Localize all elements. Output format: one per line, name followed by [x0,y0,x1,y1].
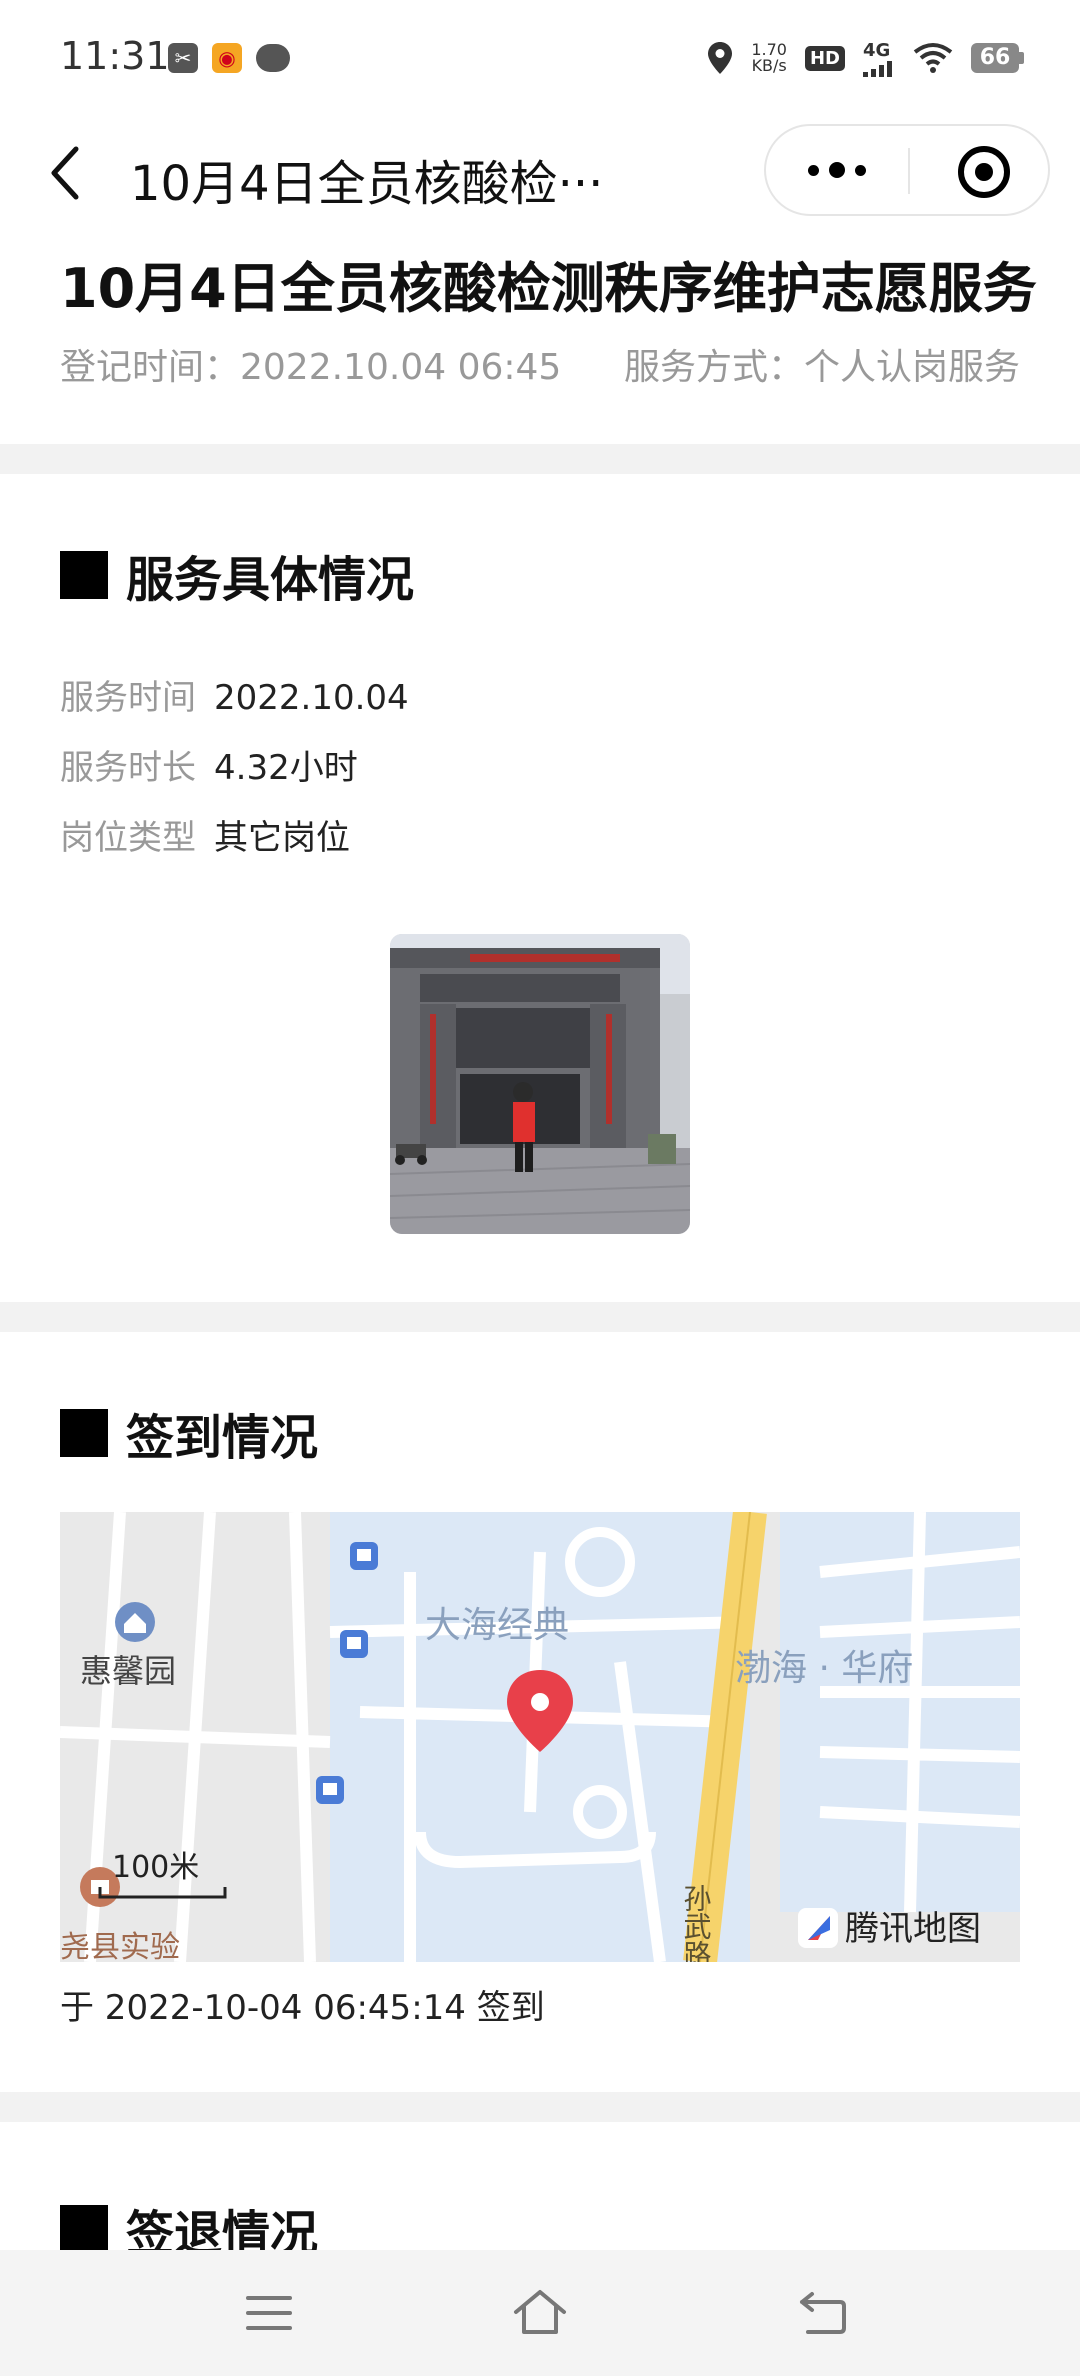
nav-title: 10月4日全员核酸检··· [130,156,604,212]
bus-stop-icon [316,1776,344,1804]
register-time: 登记时间：2022.10.04 06:45 [60,347,562,388]
more-menu-button[interactable] [766,126,908,214]
signal-type: 4G [863,39,891,61]
service-photo[interactable] [390,934,690,1234]
weibo-icon: ◉ [212,43,242,73]
status-time: 11:31 [60,34,170,78]
map-label-dahai: 大海经典 [425,1605,569,1646]
info-value: 2022.10.04 [214,678,409,718]
capsule-divider [908,148,910,194]
map-canvas: 大海经典 渤海 · 华府 惠馨园 100米 尧县实验 孙武路 腾讯地图 [60,1512,1020,1962]
close-miniprogram-button[interactable] [958,146,1010,198]
map-label-school: 尧县实验 [60,1930,180,1962]
map-label-huixin: 惠馨园 [80,1652,176,1690]
cell-signal-icon: 4G [863,40,895,77]
bus-stop-icon [340,1630,368,1658]
section-marker-icon [60,1409,108,1457]
info-row-post-type: 岗位类型 其它岗位 [60,810,350,859]
nav-bar: 10月4日全员核酸检··· [0,118,1080,228]
network-speed: 1.70 KB/s [751,42,787,74]
map-scale-label: 100米 [112,1850,199,1885]
info-label: 服务时间 [60,678,196,718]
more-dot-icon [829,162,845,178]
more-dot-icon [808,164,819,176]
network-speed-unit: KB/s [751,56,787,75]
miniprogram-capsule [764,124,1050,216]
info-label: 岗位类型 [60,818,196,858]
location-icon [708,42,733,74]
signin-title: 签到情况 [126,1410,319,1466]
info-value: 其它岗位 [214,818,350,858]
home-poi-icon [115,1602,155,1642]
page-title: 10月4日全员核酸检测秩序维护志愿服务 [60,257,1037,320]
back-arrow-icon[interactable] [42,143,92,203]
home-icon[interactable] [512,2288,568,2336]
info-label: 服务时长 [60,748,196,788]
wifi-icon [913,43,953,73]
map-label-bohai: 渤海 · 华府 [735,1648,913,1689]
map-provider-label: 腾讯地图 [845,1909,981,1949]
section-marker-icon [60,2205,108,2253]
menu-icon[interactable] [246,2294,292,2332]
scissors-app-icon: ✂ [168,43,198,73]
signin-map[interactable]: 大海经典 渤海 · 华府 惠馨园 100米 尧县实验 孙武路 腾讯地图 [60,1512,1020,1962]
section-divider [0,2092,1080,2122]
map-label-road: 孙武路 [680,1884,713,1962]
chat-bubble-icon [256,44,290,72]
section-divider [0,1302,1080,1332]
info-value: 4.32小时 [214,748,358,788]
section-marker-icon [60,551,108,599]
hd-badge: HD [804,45,845,71]
back-icon[interactable] [796,2290,848,2336]
status-bar: 11:31 ✂ ◉ 1.70 KB/s HD 4G 66 [0,0,1080,118]
info-row-service-duration: 服务时长 4.32小时 [60,740,358,789]
service-detail-header: 服务具体情况 [60,540,414,610]
signin-header: 签到情况 [60,1398,318,1468]
info-row-service-time: 服务时间 2022.10.04 [60,670,409,719]
volunteer-photo-image [390,934,690,1234]
battery-icon: 66 [971,43,1024,73]
system-nav-bar [0,2250,1080,2376]
signin-time: 于 2022-10-04 06:45:14 签到 [60,1988,545,2028]
system-icons: 1.70 KB/s HD 4G 66 [707,36,1024,80]
section-divider [0,444,1080,474]
signal-bars-icon [863,60,892,77]
service-detail-title: 服务具体情况 [126,552,415,608]
battery-level: 66 [971,43,1019,73]
notification-icons: ✂ ◉ [168,40,290,76]
more-dot-icon [855,164,866,176]
target-icon [975,163,993,181]
service-mode: 服务方式：个人认岗服务 [623,347,1020,388]
bus-stop-icon [350,1542,378,1570]
tencent-map-logo-icon [798,1908,838,1948]
